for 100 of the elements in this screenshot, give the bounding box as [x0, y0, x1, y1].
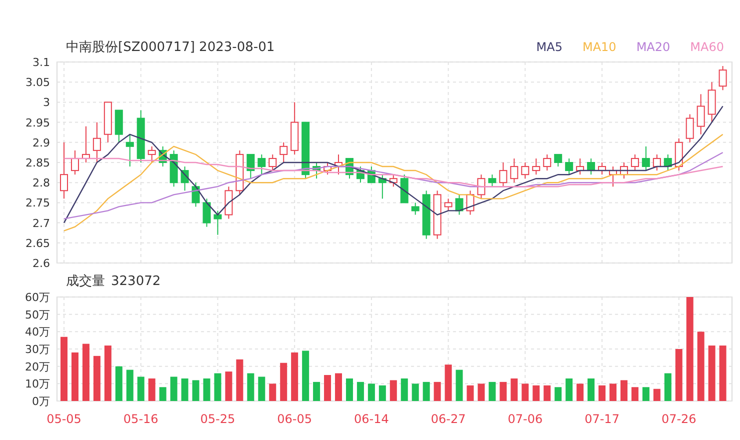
- legend-label: MA60: [690, 40, 724, 54]
- volume-bar: [115, 366, 122, 401]
- candlestick: [598, 162, 606, 176]
- volume-bar: [93, 356, 100, 401]
- candlestick: [620, 162, 628, 180]
- volume-bar: [675, 349, 682, 401]
- volume-bar: [236, 359, 244, 401]
- date-label: 06-27: [430, 412, 466, 426]
- volume-bar: [400, 378, 408, 401]
- candlestick: [246, 154, 255, 180]
- date-label: 05-16: [123, 412, 158, 426]
- volume-bar: [390, 380, 397, 401]
- volume-bar: [181, 378, 188, 401]
- legend-label: MA20: [636, 40, 670, 54]
- volume-bar: [214, 373, 222, 401]
- axis-label: 20万: [25, 360, 50, 374]
- volume-bar: [269, 384, 276, 401]
- volume-bar: [148, 378, 156, 401]
- candlestick: [565, 158, 574, 176]
- candlestick: [521, 162, 530, 180]
- volume-bar: [642, 387, 650, 401]
- volume-bar: [500, 382, 507, 401]
- candlestick: [664, 154, 672, 172]
- date-label: 07-26: [661, 412, 696, 426]
- volume-bar: [664, 373, 672, 401]
- candlestick: [477, 174, 486, 200]
- candlestick: [104, 102, 112, 143]
- axis-label: 10万: [25, 378, 50, 391]
- volume-bar: [697, 332, 704, 401]
- candlestick: [718, 66, 727, 91]
- axis-label: 60万: [25, 292, 50, 304]
- candlestick: [510, 158, 518, 184]
- volume-value: 323072: [111, 274, 161, 288]
- date-label: 05-05: [46, 412, 82, 426]
- candlestick: [312, 162, 321, 180]
- candlestick: [334, 154, 342, 176]
- candlestick: [587, 158, 596, 176]
- volume-bar: [170, 376, 178, 401]
- candlestick: [345, 158, 354, 180]
- candlestick: [630, 154, 639, 172]
- volume-bar: [104, 346, 112, 401]
- candlestick: [82, 126, 90, 163]
- volume-bar: [544, 385, 551, 401]
- candlestick: [324, 162, 332, 176]
- volume-bar: [280, 362, 288, 401]
- volume-bar: [478, 384, 485, 401]
- volume-bar: [313, 382, 320, 401]
- volume-bar: [159, 387, 166, 401]
- volume-bar: [137, 376, 144, 401]
- volume-bar: [60, 336, 68, 401]
- candlestick: [136, 110, 145, 163]
- volume-bar: [532, 385, 540, 401]
- candlestick: [290, 102, 299, 155]
- candlestick: [236, 150, 244, 196]
- volume-bar: [71, 352, 78, 401]
- candlestick: [674, 138, 683, 172]
- candlestick: [192, 182, 200, 208]
- candlestick: [367, 166, 376, 184]
- volume-bar: [576, 384, 584, 401]
- candlestick: [455, 194, 464, 216]
- volume-bar: [368, 384, 375, 401]
- volume-bar: [126, 370, 134, 401]
- candlestick: [466, 190, 474, 216]
- axis-label: 2.65: [26, 236, 50, 250]
- volume-bar: [566, 378, 573, 401]
- candlestick: [609, 166, 617, 188]
- volume-bar: [302, 350, 310, 401]
- candlestick: [114, 110, 123, 143]
- date-label: 07-17: [584, 412, 620, 426]
- candlestick: [280, 142, 288, 163]
- candlestick: [543, 154, 552, 172]
- axis-label: 30万: [25, 343, 50, 356]
- volume-bar: [192, 380, 200, 401]
- volume-bar: [422, 382, 430, 401]
- candlestick: [302, 122, 310, 180]
- candlestick: [708, 82, 716, 123]
- candlestick: [576, 158, 584, 176]
- candlestick: [554, 154, 562, 168]
- volume-bar: [631, 387, 638, 401]
- candlestick: [70, 150, 79, 176]
- volume-bar: [719, 346, 726, 401]
- candlestick: [400, 174, 408, 204]
- axis-label: 0万: [32, 395, 50, 408]
- volume-bar: [346, 378, 353, 401]
- volume-bar: [203, 378, 210, 401]
- candlestick: [433, 190, 442, 240]
- candlestick: [214, 210, 222, 236]
- candlestick: [686, 114, 694, 143]
- axis-label: 50万: [25, 308, 50, 322]
- volume-bar: [466, 385, 474, 401]
- candlestick: [532, 158, 540, 176]
- volume-bar: [82, 344, 90, 401]
- candlestick: [356, 166, 364, 184]
- volume-bar: [588, 378, 595, 401]
- axis-label: 3: [43, 96, 50, 110]
- candlestick: [499, 162, 508, 188]
- axis-label: 2.75: [26, 196, 50, 210]
- axis-label: 3.05: [26, 76, 50, 90]
- volume-bar: [708, 346, 716, 401]
- axis-label: 2.8: [32, 176, 50, 190]
